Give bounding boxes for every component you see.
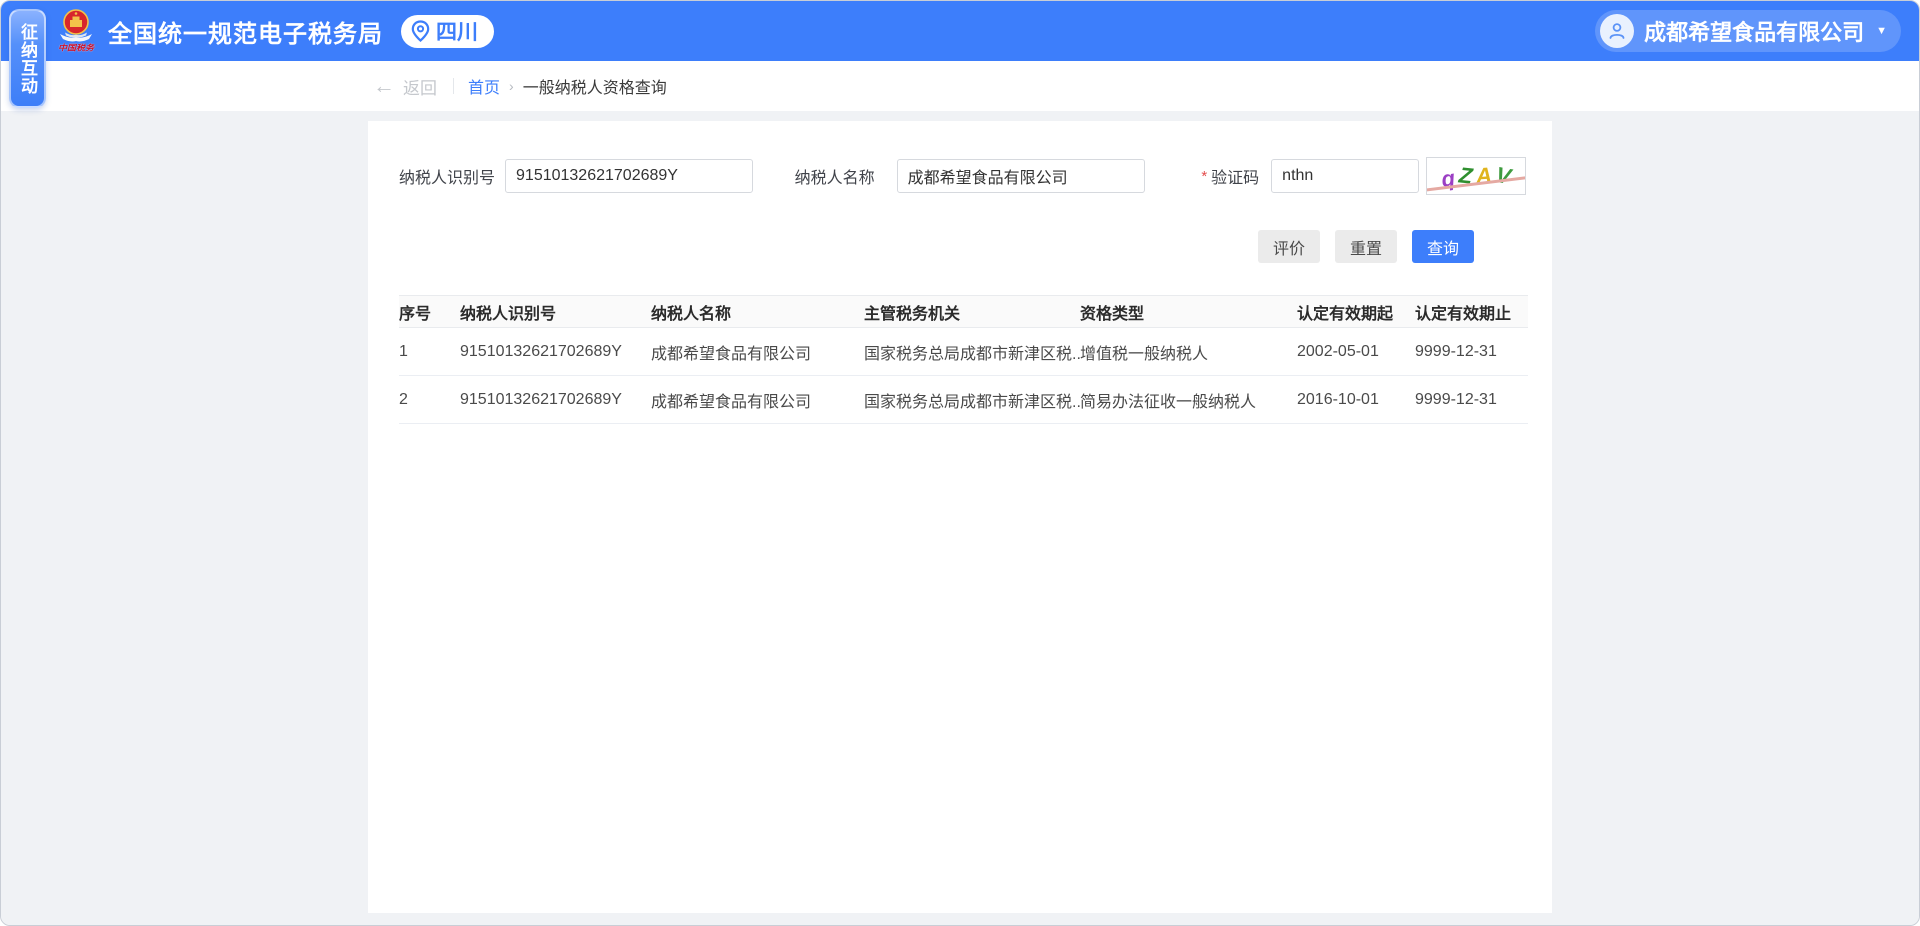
cell-name: 成都希望食品有限公司 [651, 376, 864, 424]
cell-qualification: 增值税一般纳税人 [1080, 328, 1297, 376]
col-header-valid-to: 认定有效期止 [1415, 296, 1528, 328]
table-row[interactable]: 1 91510132621702689Y 成都希望食品有限公司 国家税务总局成都… [399, 328, 1528, 376]
query-panel: 纳税人识别号 纳税人名称 * 验证码 q Z A V 评价 重置 查 [368, 121, 1552, 913]
evaluate-button[interactable]: 评价 [1258, 230, 1320, 263]
breadcrumb-bar: ← 返回 首页 › 一般纳税人资格查询 [1, 61, 1919, 111]
user-icon [1607, 21, 1627, 41]
col-header-valid-from: 认定有效期起 [1297, 296, 1415, 328]
captcha-image[interactable]: q Z A V [1426, 157, 1526, 195]
avatar [1600, 14, 1634, 48]
results-table: 序号 纳税人识别号 纳税人名称 主管税务机关 资格类型 认定有效期起 认定有效期… [399, 295, 1528, 424]
col-header-qualification: 资格类型 [1080, 296, 1297, 328]
required-asterisk: * [1201, 168, 1207, 185]
chevron-down-icon: ▼ [1876, 25, 1887, 37]
cell-valid-to: 9999-12-31 [1415, 328, 1528, 376]
taxpayer-name-input[interactable] [897, 159, 1146, 193]
breadcrumb-current-page: 一般纳税人资格查询 [523, 74, 667, 98]
top-header: 中国税务 全国统一规范电子税务局 四川 成都希望食品有限公司 ▼ [1, 1, 1919, 61]
cell-seq: 1 [399, 328, 460, 376]
cell-name: 成都希望食品有限公司 [651, 328, 864, 376]
app-title: 全国统一规范电子税务局 [108, 14, 383, 49]
captcha-char: V [1494, 164, 1512, 188]
interaction-side-tab[interactable]: 征纳互动 [9, 9, 46, 108]
query-button[interactable]: 查询 [1412, 230, 1474, 263]
table-header: 序号 纳税人识别号 纳税人名称 主管税务机关 资格类型 认定有效期起 认定有效期… [399, 296, 1528, 328]
cell-tin: 91510132621702689Y [460, 376, 651, 424]
col-header-seq: 序号 [399, 296, 460, 328]
captcha-label: 验证码 [1211, 164, 1259, 188]
tin-input[interactable] [505, 159, 753, 193]
reset-button[interactable]: 重置 [1335, 230, 1397, 263]
cell-authority: 国家税务总局成都市新津区税... [864, 328, 1080, 376]
cell-qualification: 简易办法征收一般纳税人 [1080, 376, 1297, 424]
query-form: 纳税人识别号 纳税人名称 * 验证码 q Z A V [399, 159, 1526, 193]
national-emblem-icon [56, 8, 96, 44]
back-button[interactable]: 返回 [403, 74, 437, 99]
col-header-name: 纳税人名称 [651, 296, 864, 328]
captcha-input[interactable] [1271, 159, 1419, 193]
breadcrumb-home-link[interactable]: 首页 [468, 74, 500, 98]
region-badge-label: 四川 [436, 16, 478, 46]
cell-valid-from: 2002-05-01 [1297, 328, 1415, 376]
table-body: 1 91510132621702689Y 成都希望食品有限公司 国家税务总局成都… [399, 328, 1528, 424]
cell-tin: 91510132621702689Y [460, 328, 651, 376]
region-badge[interactable]: 四川 [401, 15, 494, 48]
cell-valid-from: 2016-10-01 [1297, 376, 1415, 424]
user-company-name: 成都希望食品有限公司 [1644, 15, 1864, 47]
cell-seq: 2 [399, 376, 460, 424]
user-account-chip[interactable]: 成都希望食品有限公司 ▼ [1595, 10, 1901, 52]
logo-caption: 中国税务 [58, 42, 94, 54]
table-row[interactable]: 2 91510132621702689Y 成都希望食品有限公司 国家税务总局成都… [399, 376, 1528, 424]
cell-authority: 国家税务总局成都市新津区税... [864, 376, 1080, 424]
tin-label: 纳税人识别号 [399, 164, 495, 188]
location-pin-icon [411, 20, 430, 42]
action-button-row: 评价 重置 查询 [399, 230, 1526, 263]
breadcrumb-divider [453, 78, 454, 94]
taxpayer-name-label: 纳税人名称 [795, 164, 875, 188]
cell-valid-to: 9999-12-31 [1415, 376, 1528, 424]
content-area: 纳税人识别号 纳税人名称 * 验证码 q Z A V 评价 重置 查 [1, 111, 1919, 926]
col-header-tin: 纳税人识别号 [460, 296, 651, 328]
tax-bureau-logo: 中国税务 [56, 8, 96, 54]
col-header-authority: 主管税务机关 [864, 296, 1080, 328]
app-window: 征纳互动 中国税务 全国统一规范电子税务局 四川 [0, 0, 1920, 926]
back-arrow-icon[interactable]: ← [373, 75, 395, 97]
breadcrumb-separator: › [509, 78, 514, 94]
